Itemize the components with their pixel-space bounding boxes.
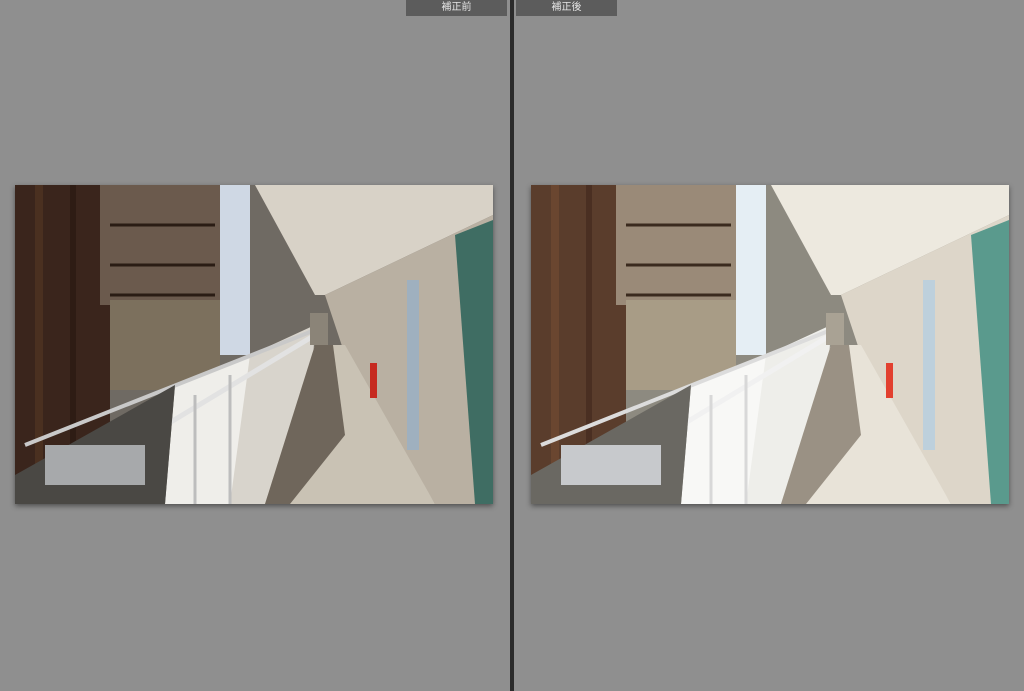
before-after-compare-view: 補正前 補正後 — [0, 0, 1024, 691]
before-photo[interactable] — [15, 185, 493, 504]
before-photo-image — [15, 185, 493, 504]
after-photo[interactable] — [531, 185, 1009, 504]
before-pane[interactable]: 補正前 — [0, 0, 510, 691]
before-label: 補正前 — [406, 0, 507, 16]
after-label: 補正後 — [516, 0, 617, 16]
after-pane[interactable]: 補正後 — [514, 0, 1024, 691]
after-photo-image — [531, 185, 1009, 504]
